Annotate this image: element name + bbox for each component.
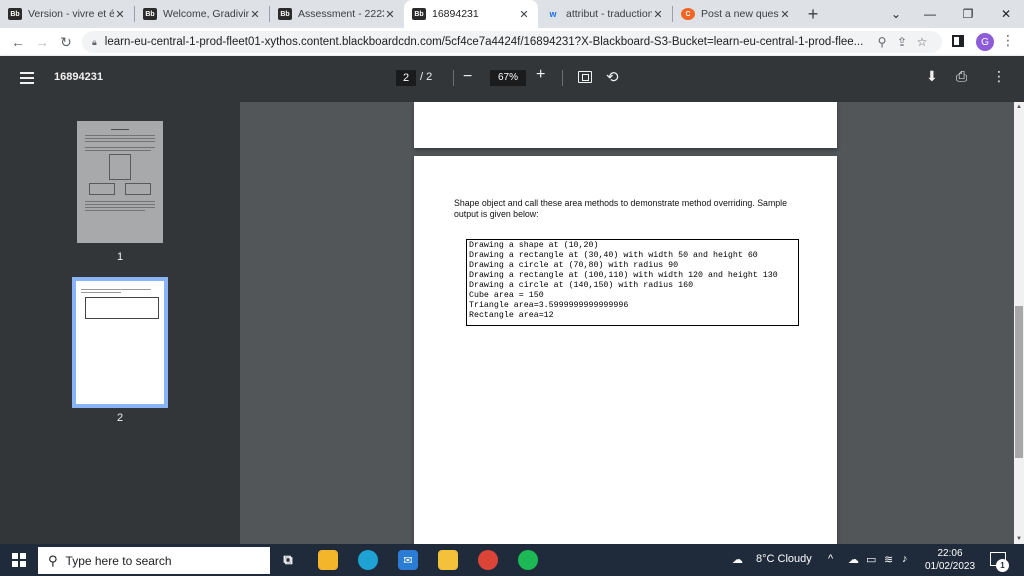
- edge-icon[interactable]: [358, 550, 378, 570]
- tab-search-icon[interactable]: ⌄: [878, 0, 914, 28]
- wordreference-icon: w: [549, 9, 557, 19]
- clock-date: 01/02/2023: [924, 561, 976, 572]
- page-number-input[interactable]: 2: [396, 70, 416, 86]
- side-panel-icon[interactable]: [952, 35, 964, 47]
- tab-chegg[interactable]: C Post a new question ✕: [673, 0, 799, 28]
- wifi-icon[interactable]: ≋: [884, 553, 893, 566]
- page-total: / 2: [420, 71, 433, 83]
- system-clock[interactable]: 22:06 01/02/2023: [920, 547, 980, 573]
- forward-icon[interactable]: →: [30, 30, 54, 54]
- zoom-icon[interactable]: ⚲: [872, 35, 892, 49]
- url-text[interactable]: learn-eu-central-1-prod-fleet01-xythos.c…: [105, 36, 872, 48]
- bookmark-star-icon[interactable]: ☆: [912, 35, 932, 49]
- restore-button[interactable]: ❐: [950, 0, 986, 28]
- volume-icon[interactable]: ♪: [902, 553, 908, 565]
- close-icon[interactable]: ✕: [518, 8, 530, 21]
- search-icon: ⚲: [48, 552, 58, 568]
- rotate-icon[interactable]: ⟲: [606, 68, 619, 86]
- browser-toolbar: ← → ↻ 🔒︎ learn-eu-central-1-prod-fleet01…: [0, 28, 1024, 56]
- thumbnail-sidebar: 1 2: [0, 102, 240, 544]
- blackboard-icon: Bb: [8, 8, 22, 20]
- close-window-button[interactable]: ✕: [988, 0, 1024, 28]
- more-actions-icon[interactable]: ⋮: [992, 68, 1006, 85]
- microsoft-store-icon[interactable]: [318, 550, 338, 570]
- zoom-input[interactable]: 67%: [490, 70, 526, 86]
- address-bar[interactable]: 🔒︎ learn-eu-central-1-prod-fleet01-xytho…: [82, 31, 942, 53]
- zoom-out-button[interactable]: −: [463, 68, 472, 86]
- chegg-icon: C: [681, 8, 695, 20]
- close-icon[interactable]: ✕: [249, 8, 261, 21]
- thumbnail-label: 2: [116, 412, 124, 424]
- tab-welcome[interactable]: Bb Welcome, Gradiving ✕: [135, 0, 269, 28]
- tab-label: Welcome, Gradiving: [163, 8, 249, 20]
- windows-taskbar: ⚲ Type here to search ⧉ ✉ ☁ 8°C Cloudy ^…: [0, 544, 1024, 576]
- zoom-in-button[interactable]: +: [536, 66, 545, 84]
- browser-tab-strip: Bb Version - vivre et ét ✕ Bb Welcome, G…: [0, 0, 1024, 28]
- fit-page-icon[interactable]: [578, 71, 592, 83]
- taskbar-search-box[interactable]: ⚲ Type here to search: [38, 547, 270, 574]
- vertical-scrollbar[interactable]: ▲ ▼: [1014, 102, 1024, 544]
- profile-avatar[interactable]: G: [976, 33, 994, 51]
- toolbar-divider: [562, 70, 563, 86]
- file-explorer-icon[interactable]: [438, 550, 458, 570]
- battery-icon[interactable]: ▭: [866, 553, 876, 566]
- close-icon[interactable]: ✕: [114, 8, 126, 21]
- back-icon[interactable]: ←: [6, 30, 30, 54]
- scrollbar-thumb[interactable]: [1015, 306, 1023, 458]
- new-tab-button[interactable]: +: [799, 0, 827, 28]
- thumbnail-label: 1: [116, 251, 124, 263]
- close-icon[interactable]: ✕: [384, 8, 396, 21]
- scroll-down-icon[interactable]: ▼: [1016, 536, 1022, 542]
- blackboard-icon: Bb: [412, 8, 426, 20]
- menu-icon[interactable]: [20, 72, 34, 84]
- page-thumbnail-2: [76, 281, 164, 404]
- tab-label: Post a new question: [701, 8, 779, 20]
- onedrive-icon[interactable]: ☁: [848, 553, 859, 566]
- pdf-toolbar: 16894231 2 / 2 − 67% + ⟲ ⬇ ⎙ ⋮: [0, 56, 1024, 102]
- weather-cloud-icon[interactable]: ☁: [732, 553, 743, 566]
- share-icon[interactable]: ⇪: [892, 35, 912, 49]
- tab-version[interactable]: Bb Version - vivre et ét ✕: [0, 0, 134, 28]
- tab-label: Assessment - 2223: [298, 8, 384, 20]
- toolbar-divider: [453, 70, 454, 86]
- pdf-viewer: 1 2 Shape object and call these area met…: [0, 102, 1024, 544]
- blackboard-icon: Bb: [278, 8, 292, 20]
- sample-output-box: Drawing a shape at (10,20) Drawing a rec…: [466, 239, 799, 326]
- minimize-button[interactable]: —: [912, 0, 948, 28]
- blackboard-icon: Bb: [143, 8, 157, 20]
- scroll-up-icon[interactable]: ▲: [1016, 104, 1022, 110]
- task-view-icon[interactable]: ⧉: [278, 550, 298, 570]
- download-icon[interactable]: ⬇: [926, 68, 938, 85]
- pdf-page-1: [414, 102, 837, 148]
- weather-text[interactable]: 8°C Cloudy: [756, 553, 812, 565]
- tab-wordreference[interactable]: w attribut - traduction ✕: [538, 0, 672, 28]
- page-paragraph: Shape object and call these area methods…: [454, 198, 788, 219]
- tab-label: Version - vivre et ét: [28, 8, 114, 20]
- reload-icon[interactable]: ↻: [54, 30, 78, 54]
- notification-badge: 1: [996, 559, 1009, 572]
- pdf-page-2: Shape object and call these area methods…: [414, 156, 837, 544]
- page-thumbnail-1[interactable]: [77, 121, 163, 243]
- pdf-title: 16894231: [54, 71, 103, 83]
- print-icon[interactable]: ⎙: [956, 68, 967, 85]
- search-placeholder: Type here to search: [65, 553, 172, 568]
- tab-label: attribut - traduction: [566, 8, 652, 20]
- windows-start-icon[interactable]: [12, 553, 26, 567]
- close-icon[interactable]: ✕: [652, 8, 664, 21]
- tab-assessment[interactable]: Bb Assessment - 2223 ✕: [270, 0, 404, 28]
- chrome-icon[interactable]: [478, 550, 498, 570]
- lock-icon[interactable]: 🔒︎: [92, 37, 97, 48]
- tab-pdf-active[interactable]: Bb 16894231 ✕: [404, 0, 538, 28]
- tab-label: 16894231: [432, 8, 479, 20]
- clock-time: 22:06: [937, 548, 963, 559]
- chevron-up-icon[interactable]: ^: [828, 553, 833, 565]
- page-thumbnail-2-selected[interactable]: [72, 277, 168, 408]
- mail-icon[interactable]: ✉: [398, 550, 418, 570]
- close-icon[interactable]: ✕: [779, 8, 791, 21]
- browser-menu-icon[interactable]: ⋮: [1000, 32, 1016, 52]
- spotify-icon[interactable]: [518, 550, 538, 570]
- thumbnail-code-box: [85, 297, 159, 319]
